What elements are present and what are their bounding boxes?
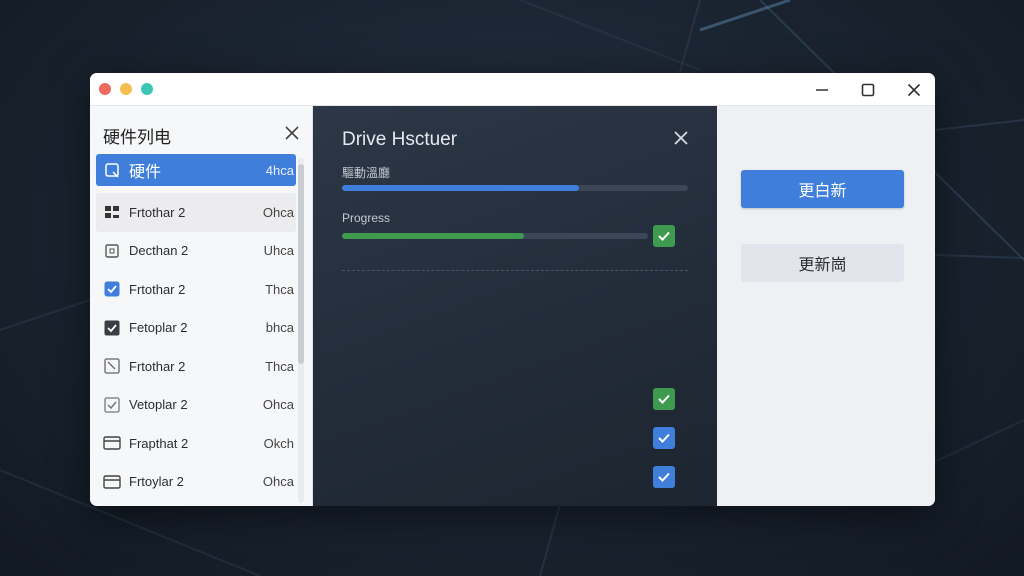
check-blue-icon[interactable]	[653, 427, 675, 449]
hardware-list: 硬件 4hca Frtothar 2 Ohca Decthan 2 Uhca F…	[96, 154, 296, 501]
list-item[interactable]: Frtoylar 2 Ohca	[96, 463, 296, 502]
divider	[342, 270, 688, 271]
list-item-label: 硬件	[129, 162, 162, 181]
list-item-value: Okch	[263, 435, 294, 451]
list-item-value: Ohca	[262, 204, 294, 220]
drive-panel: Drive Hsctuer 驅動溫廳 Progress	[313, 106, 717, 506]
sidebar-scrollbar-thumb[interactable]	[298, 164, 304, 364]
list-item[interactable]: Frapthat 2 Okch	[96, 424, 296, 463]
device-icon	[103, 161, 121, 179]
list-item-label: Vetoplar 2	[129, 397, 188, 413]
sidebar-title: 硬件列电	[103, 128, 171, 148]
list-item-label: Frtothar 2	[129, 204, 186, 220]
list-item-label: Frtoylar 2	[129, 474, 184, 490]
check-green-icon[interactable]	[653, 225, 675, 247]
list-item-value: Uhca	[263, 243, 294, 259]
bar1-label: 驅動溫廳	[342, 166, 391, 180]
list-item[interactable]: Fetoplar 2 bhca	[96, 309, 296, 348]
list-item-label: Frtothar 2	[129, 281, 186, 297]
list-item[interactable]: Decthan 2 Uhca	[96, 232, 296, 271]
update-button[interactable]: 更白新	[741, 170, 904, 208]
list-item-value: Ohca	[262, 474, 294, 490]
progress-bar-1-fill	[342, 185, 579, 191]
list-item-label: Fetoplar 2	[129, 320, 188, 336]
check-outline-icon	[103, 396, 121, 414]
update-secondary-button[interactable]: 更新崗	[741, 244, 904, 282]
progress-bar-2	[342, 233, 648, 239]
app-window: 硬件列电 硬件 4hca Frtothar 2 Ohca Decthan 2 U…	[90, 73, 935, 506]
close-window-dot[interactable]	[99, 83, 111, 95]
window-icon	[103, 434, 121, 452]
panel-title: Drive Hsctuer	[342, 129, 458, 150]
progress-bar-2-fill	[342, 233, 525, 239]
hardware-sidebar: 硬件列电 硬件 4hca Frtothar 2 Ohca Decthan 2 U…	[90, 106, 313, 506]
bar2-label: Progress	[342, 211, 391, 225]
list-item[interactable]: Frtothar 2 Thca	[96, 270, 296, 309]
minimize-icon[interactable]	[812, 80, 832, 100]
list-item-label: Frtothar 2	[129, 358, 186, 374]
zoom-window-dot[interactable]	[141, 83, 153, 95]
minimize-window-dot[interactable]	[120, 83, 132, 95]
grid-icon	[103, 203, 121, 221]
sidebar-scrollbar[interactable]	[298, 158, 304, 503]
checkbox-dark-icon	[103, 319, 121, 337]
maximize-icon[interactable]	[858, 80, 878, 100]
list-item-value: Thca	[265, 358, 294, 374]
list-item[interactable]: Frtothar 2 Ohca	[96, 193, 296, 232]
list-item[interactable]: Frtothar 2 Thca	[96, 347, 296, 386]
list-item-value: Thca	[265, 281, 294, 297]
list-item-value: bhca	[265, 320, 294, 336]
check-green-icon[interactable]	[653, 388, 675, 410]
sidebar-close-icon[interactable]	[283, 124, 301, 142]
checkbox-checked-icon	[103, 280, 121, 298]
title-bar	[90, 73, 935, 106]
close-icon[interactable]	[904, 80, 924, 100]
check-blue-icon[interactable]	[653, 466, 675, 488]
panel-close-icon[interactable]	[672, 129, 690, 147]
action-panel: 更白新 更新崗	[717, 106, 935, 506]
list-item-value: Ohca	[262, 397, 294, 413]
list-item-label: Frapthat 2	[129, 435, 189, 451]
square-icon	[103, 242, 121, 260]
progress-bar-1	[342, 185, 688, 191]
list-item[interactable]: Vetoplar 2 Ohca	[96, 386, 296, 425]
list-item-value: 4hca	[265, 162, 294, 178]
window-icon	[103, 473, 121, 491]
list-item-selected[interactable]: 硬件 4hca	[96, 154, 296, 186]
list-item-label: Decthan 2	[129, 243, 189, 259]
resize-icon	[103, 357, 121, 375]
